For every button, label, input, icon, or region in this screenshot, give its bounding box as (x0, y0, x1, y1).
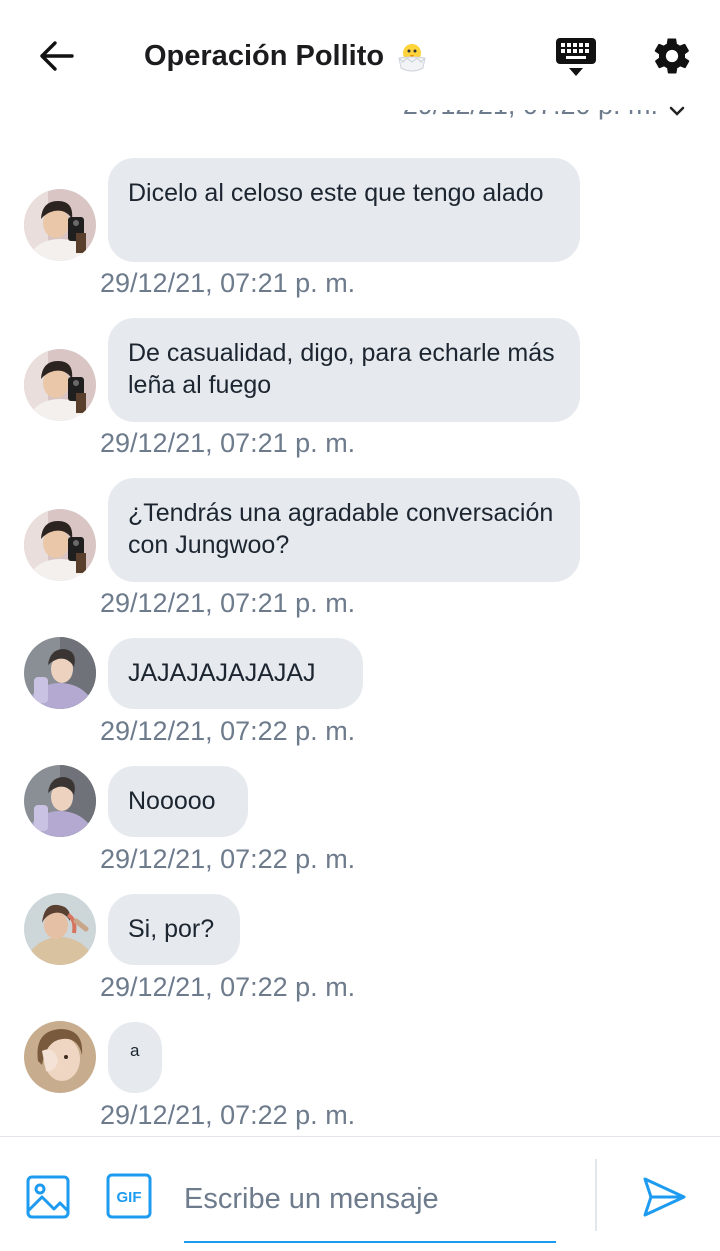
avatar[interactable] (24, 1021, 96, 1093)
gear-icon (654, 38, 690, 74)
message-text: De casualidad, digo, para echarle más le… (128, 339, 555, 399)
message-bubble[interactable]: a (108, 1022, 162, 1093)
keyboard-hide-icon (556, 38, 596, 76)
message-text: a (130, 1041, 140, 1060)
hatching-chick-icon (394, 38, 430, 74)
composer-divider (595, 1159, 597, 1231)
message-text: Nooooo (128, 787, 216, 815)
attach-image-button[interactable] (24, 1173, 72, 1221)
gif-icon: GIF (106, 1173, 152, 1219)
send-button[interactable] (640, 1173, 688, 1221)
keyboard-hide-button[interactable] (552, 34, 600, 80)
message-text: JAJAJAJAJAJAJ (128, 659, 316, 687)
avatar[interactable] (24, 893, 96, 965)
message-bubble[interactable]: ¿Tendrás una agradable conversación con … (108, 478, 580, 582)
avatar[interactable] (24, 637, 96, 709)
message-timestamp: 29/12/21, 07:22 p. m. (100, 716, 356, 746)
message-text: Dicelo al celoso este que tengo alado (128, 179, 544, 207)
message-text: ¿Tendrás una agradable conversación con … (128, 499, 554, 559)
message-composer: GIF (0, 1136, 720, 1251)
message-timestamp: 29/12/21, 07:22 p. m. (100, 972, 356, 1002)
avatar[interactable] (24, 189, 96, 261)
message-timestamp: 29/12/21, 07:22 p. m. (100, 844, 356, 874)
chat-header: Operación Pollito (0, 0, 720, 110)
message-timestamp: 29/12/21, 07:21 p. m. (100, 588, 356, 618)
message-bubble[interactable]: De casualidad, digo, para echarle más le… (108, 318, 580, 422)
chat-title: Operación Pollito (144, 36, 430, 76)
message-input[interactable] (184, 1173, 556, 1243)
avatar[interactable] (24, 509, 96, 581)
settings-button[interactable] (648, 32, 696, 80)
image-icon (26, 1175, 70, 1219)
message-timestamp: 29/12/21, 07:21 p. m. (100, 268, 356, 298)
message-bubble[interactable]: Si, por? (108, 894, 240, 965)
gif-label: GIF (117, 1189, 142, 1206)
back-button[interactable] (30, 30, 82, 82)
message-bubble[interactable]: Nooooo (108, 766, 248, 837)
chevron-down-icon[interactable] (668, 104, 686, 118)
message-timestamp: 29/12/21, 07:22 p. m. (100, 1100, 356, 1130)
avatar[interactable] (24, 349, 96, 421)
message-bubble[interactable]: Dicelo al celoso este que tengo alado (108, 158, 580, 262)
chat-title-text: Operación Pollito (144, 39, 385, 72)
arrow-left-icon (40, 41, 74, 71)
chat-screen: Operación Pollito Dicelo al celoso este … (0, 0, 720, 1251)
gif-button[interactable]: GIF (106, 1173, 152, 1219)
message-text: Si, por? (128, 915, 215, 943)
message-bubble[interactable]: JAJAJAJAJAJAJ (108, 638, 363, 709)
avatar[interactable] (24, 765, 96, 837)
message-timestamp: 29/12/21, 07:21 p. m. (100, 428, 356, 458)
send-icon (643, 1177, 686, 1217)
